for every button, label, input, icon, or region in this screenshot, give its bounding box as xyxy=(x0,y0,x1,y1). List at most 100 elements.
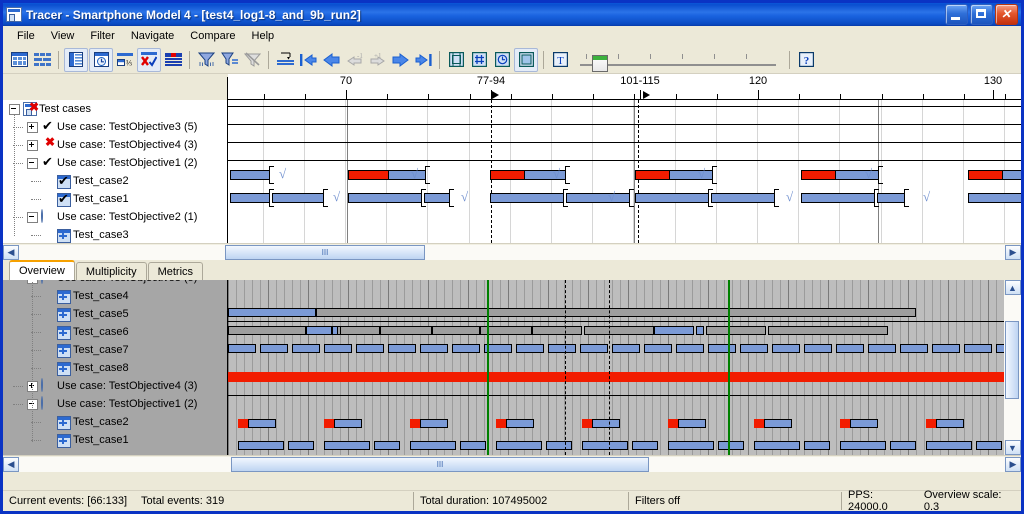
tree-row[interactable]: Use case: TestObjective1 (2) xyxy=(3,395,227,413)
overview-bar[interactable] xyxy=(228,344,256,353)
tab-overview[interactable]: Overview xyxy=(9,260,75,280)
overview-bar[interactable] xyxy=(678,419,706,428)
overview-bar-error[interactable] xyxy=(324,419,334,428)
overview-bar[interactable] xyxy=(668,441,714,450)
scroll-left-button[interactable]: ◀ xyxy=(3,245,19,260)
gantt-bar[interactable] xyxy=(801,193,875,203)
overview-bar[interactable] xyxy=(772,344,800,353)
gantt-bar[interactable] xyxy=(711,193,775,203)
tree-expand-button[interactable] xyxy=(27,140,38,151)
overview-bar[interactable] xyxy=(804,344,832,353)
tree-row[interactable]: Use case: TestObjective3 (5) xyxy=(3,280,227,287)
overview-range-marker[interactable] xyxy=(565,280,566,455)
overview-bar[interactable] xyxy=(654,326,694,335)
overview-bar[interactable] xyxy=(324,441,370,450)
overview-bar-error[interactable] xyxy=(840,419,850,428)
menu-item-navigate[interactable]: Navigate xyxy=(123,28,182,44)
overview-bar-error[interactable] xyxy=(926,419,936,428)
gantt-chart[interactable]: √√√√√√√√√√√ xyxy=(228,100,1021,243)
zoom-slider[interactable] xyxy=(578,49,778,71)
menu-item-view[interactable]: View xyxy=(43,28,83,44)
overview-bar[interactable] xyxy=(582,441,628,450)
scroll-track[interactable]: llll xyxy=(19,245,1005,260)
tree-row[interactable]: Test_case3 xyxy=(3,226,227,243)
tree-row[interactable]: Test_case8 xyxy=(3,359,227,377)
compare-logs-icon[interactable] xyxy=(31,49,53,71)
gantt-bar[interactable] xyxy=(272,193,324,203)
overview-bar[interactable] xyxy=(632,441,658,450)
tree-row[interactable]: Test_case2 xyxy=(3,413,227,431)
overview-bar-idle[interactable] xyxy=(228,326,306,335)
overview-bar-idle[interactable] xyxy=(340,326,380,335)
overview-bar-idle[interactable] xyxy=(316,308,916,317)
tree-row[interactable]: ✔Test_case1 xyxy=(3,190,227,208)
overview-scroll-right-button[interactable]: ▶ xyxy=(1005,457,1021,472)
tree-row[interactable]: ✔Test_case2 xyxy=(3,172,227,190)
overview-bar[interactable] xyxy=(840,441,886,450)
overview-scroll-thumb[interactable]: llll xyxy=(231,457,649,472)
overview-bar[interactable] xyxy=(288,441,314,450)
filter-equals-icon[interactable] xyxy=(218,49,240,71)
overview-bar[interactable] xyxy=(836,344,864,353)
test-case-tree[interactable]: ✖Test cases✔Use case: TestObjective3 (5)… xyxy=(3,100,228,243)
tree-row[interactable]: Test_case7 xyxy=(3,341,227,359)
overview-bar[interactable] xyxy=(804,441,830,450)
overview-bar-idle[interactable] xyxy=(584,326,654,335)
overview-bar[interactable] xyxy=(764,419,792,428)
next-match-icon[interactable]: +1 xyxy=(366,49,388,71)
overview-bar[interactable] xyxy=(356,344,384,353)
overview-chart[interactable] xyxy=(228,280,1004,455)
gantt-bar[interactable] xyxy=(566,193,630,203)
maximize-button[interactable] xyxy=(970,4,993,25)
scroll-down-button[interactable]: ▼ xyxy=(1005,440,1021,455)
minimize-button[interactable] xyxy=(945,4,968,25)
overview-bar[interactable] xyxy=(676,344,704,353)
overview-bar[interactable] xyxy=(580,344,608,353)
overview-bar[interactable] xyxy=(260,344,288,353)
gantt-bar[interactable] xyxy=(424,193,450,203)
overview-bar[interactable] xyxy=(496,441,542,450)
overview-position-marker[interactable] xyxy=(487,280,489,455)
overview-bar[interactable] xyxy=(506,419,534,428)
overview-bar-error[interactable] xyxy=(228,372,1004,382)
tree-row[interactable]: ✔Use case: TestObjective3 (5) xyxy=(3,118,227,136)
next-event-icon[interactable] xyxy=(389,49,411,71)
tree-row[interactable]: Test_case6 xyxy=(3,323,227,341)
tree-row[interactable]: Use case: TestObjective4 (3) xyxy=(3,377,227,395)
timeline-ruler[interactable]: 7077-94101-115120130 xyxy=(3,74,1021,100)
last-event-icon[interactable] xyxy=(412,49,434,71)
overview-bar-idle[interactable] xyxy=(706,326,766,335)
overview-bar[interactable] xyxy=(964,344,992,353)
validate-icon[interactable] xyxy=(137,48,161,72)
ruler-position-marker[interactable] xyxy=(643,91,650,99)
menu-item-file[interactable]: File xyxy=(9,28,43,44)
gantt-bar[interactable] xyxy=(968,193,1021,203)
gantt-bar[interactable] xyxy=(635,193,709,203)
gantt-horizontal-scrollbar[interactable]: ◀ llll ▶ xyxy=(3,243,1021,260)
tab-multiplicity[interactable]: Multiplicity xyxy=(76,262,147,280)
overview-bar[interactable] xyxy=(696,326,704,335)
overview-bar[interactable] xyxy=(452,344,480,353)
overview-scroll-track[interactable]: llll xyxy=(19,457,1005,472)
overview-bar[interactable] xyxy=(708,344,736,353)
overview-bar[interactable] xyxy=(976,441,1002,450)
overview-bar[interactable] xyxy=(850,419,878,428)
vertical-scroll-track[interactable] xyxy=(1004,295,1021,440)
gantt-bar[interactable] xyxy=(230,193,270,203)
open-log-icon[interactable] xyxy=(8,49,30,71)
tree-row[interactable]: Test_case1 xyxy=(3,431,227,449)
close-button[interactable]: ✕ xyxy=(995,4,1018,25)
overview-bar[interactable] xyxy=(516,344,544,353)
overview-bar[interactable] xyxy=(718,441,744,450)
overview-bar-idle[interactable] xyxy=(768,326,888,335)
overview-bar-error[interactable] xyxy=(496,419,506,428)
menu-item-compare[interactable]: Compare xyxy=(182,28,243,44)
tree-row[interactable]: Test_case5 xyxy=(3,305,227,323)
overview-bar[interactable] xyxy=(238,441,284,450)
overview-bar[interactable] xyxy=(410,441,456,450)
grid-icon[interactable] xyxy=(468,49,490,71)
help-icon[interactable]: ? xyxy=(795,49,817,71)
tree-row[interactable]: Test_case4 xyxy=(3,287,227,305)
overview-bar[interactable] xyxy=(388,344,416,353)
overview-bar-error[interactable] xyxy=(754,419,764,428)
